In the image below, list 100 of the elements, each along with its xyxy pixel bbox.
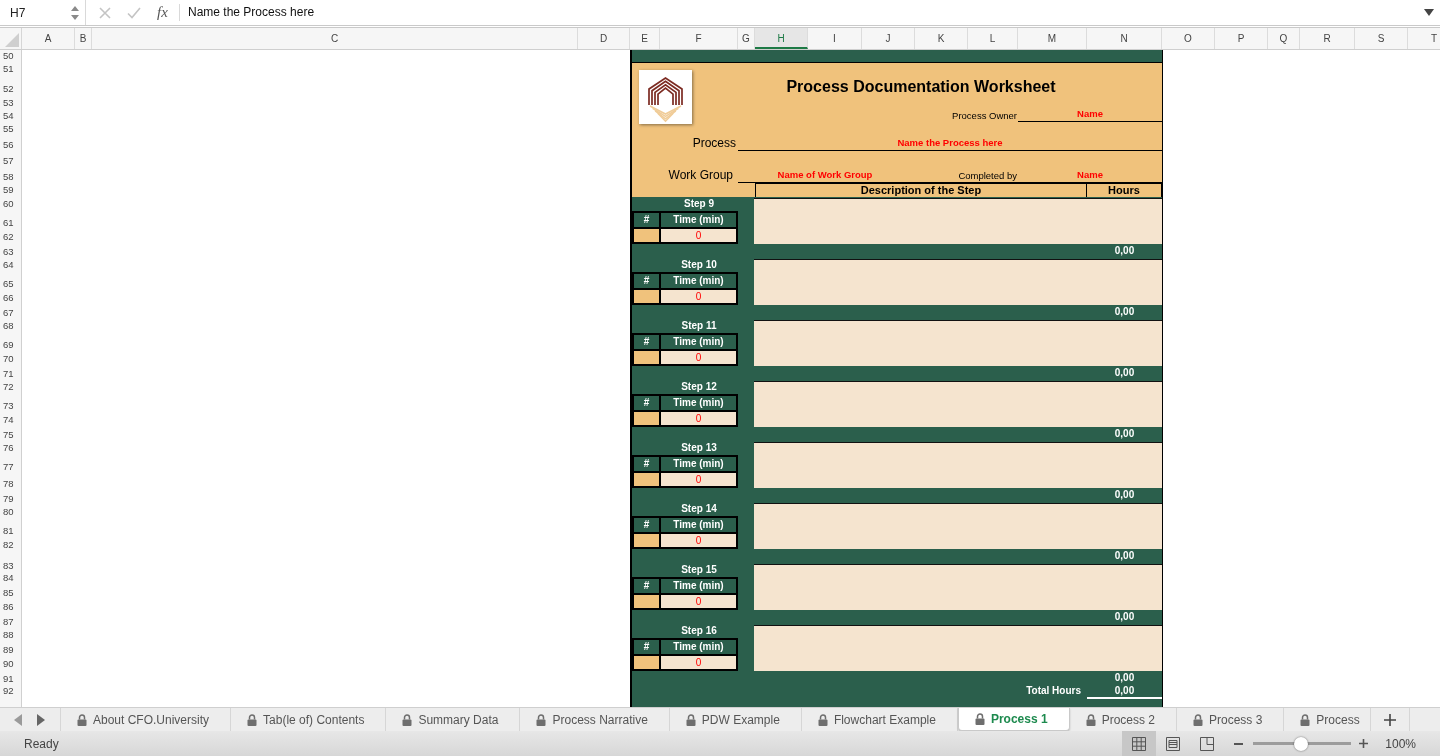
number-heading: #: [634, 518, 659, 532]
column-header[interactable]: D: [578, 28, 630, 49]
column-header[interactable]: J: [862, 28, 915, 49]
row-header[interactable]: 59: [0, 184, 21, 198]
number-heading: #: [634, 579, 659, 593]
row-header[interactable]: 84: [0, 572, 21, 587]
number-cell[interactable]: [634, 229, 659, 242]
row-header[interactable]: 71: [0, 368, 21, 381]
minus-icon[interactable]: [1234, 742, 1244, 745]
row-header[interactable]: 58: [0, 171, 21, 184]
row-header[interactable]: 64: [0, 259, 21, 278]
row-header[interactable]: 87: [0, 616, 21, 629]
plus-icon[interactable]: [1359, 739, 1369, 748]
formula-field[interactable]: Name the Process here: [180, 4, 1424, 21]
row-header[interactable]: 65: [0, 278, 21, 292]
column-header[interactable]: L: [968, 28, 1018, 49]
row-header[interactable]: 63: [0, 246, 21, 259]
row-header[interactable]: 78: [0, 478, 21, 493]
row-header[interactable]: 91: [0, 673, 21, 685]
number-cell[interactable]: [634, 290, 659, 303]
cell-reference-field[interactable]: H7: [0, 0, 86, 25]
column-header[interactable]: O: [1162, 28, 1215, 49]
sheet-tab[interactable]: Process 1: [957, 708, 1070, 731]
description-field[interactable]: [754, 381, 1162, 427]
row-header[interactable]: 56: [0, 139, 21, 155]
column-header[interactable]: A: [22, 28, 75, 49]
number-cell[interactable]: [634, 412, 659, 425]
right-arrow-icon[interactable]: [37, 713, 45, 726]
row-header[interactable]: 85: [0, 587, 21, 601]
row-header[interactable]: 76: [0, 442, 21, 461]
description-field[interactable]: [754, 442, 1162, 488]
row-header[interactable]: 74: [0, 414, 21, 429]
row-header[interactable]: 70: [0, 353, 21, 368]
column-header[interactable]: R: [1300, 28, 1355, 49]
column-header[interactable]: N: [1087, 28, 1162, 49]
number-cell[interactable]: [634, 534, 659, 547]
column-header[interactable]: B: [75, 28, 92, 49]
checkmark-icon[interactable]: [127, 6, 141, 19]
description-field[interactable]: [754, 259, 1162, 305]
row-header[interactable]: 60: [0, 198, 21, 217]
column-heading: Description of the Step: [755, 183, 1087, 197]
caret-icon[interactable]: [1424, 9, 1434, 16]
step-title: Step 9: [683, 197, 715, 211]
row-header[interactable]: 52: [0, 83, 21, 97]
row-header[interactable]: 53: [0, 97, 21, 110]
time-heading: Time (min): [661, 579, 736, 593]
column-header[interactable]: I: [808, 28, 862, 49]
time-heading: Time (min): [661, 213, 736, 227]
row-header[interactable]: 79: [0, 493, 21, 506]
row-header[interactable]: 92: [0, 685, 21, 707]
row-header[interactable]: 66: [0, 292, 21, 307]
column-header[interactable]: Q: [1268, 28, 1300, 49]
row-header[interactable]: 83: [0, 560, 21, 572]
row-header[interactable]: 82: [0, 539, 21, 560]
row-header[interactable]: 51: [0, 63, 21, 83]
row-header[interactable]: 86: [0, 601, 21, 616]
slider-thumb[interactable]: [1294, 736, 1309, 751]
column-header[interactable]: H: [755, 28, 808, 49]
description-field[interactable]: [754, 320, 1162, 366]
column-header[interactable]: P: [1215, 28, 1268, 49]
number-cell[interactable]: [634, 595, 659, 608]
view-button[interactable]: [1122, 731, 1157, 756]
column-header[interactable]: T: [1408, 28, 1440, 49]
column-header[interactable]: E: [630, 28, 660, 49]
row-header[interactable]: 81: [0, 525, 21, 539]
sheet-tab[interactable]: Process: [1284, 708, 1362, 731]
hours-value: 0,00: [1113, 488, 1136, 502]
column-header[interactable]: K: [915, 28, 968, 49]
row-header[interactable]: 90: [0, 658, 21, 673]
row-header[interactable]: 62: [0, 231, 21, 246]
step-title: Step 10: [680, 258, 718, 272]
row-header[interactable]: 69: [0, 339, 21, 353]
row-header[interactable]: 67: [0, 307, 21, 320]
row-header[interactable]: 80: [0, 506, 21, 525]
row-header[interactable]: 61: [0, 217, 21, 231]
row-header[interactable]: 72: [0, 381, 21, 400]
row-header[interactable]: 75: [0, 429, 21, 442]
row-header[interactable]: 50: [0, 50, 21, 63]
insert-function-button[interactable]: fx: [157, 4, 168, 21]
column-header[interactable]: M: [1018, 28, 1087, 49]
column-header[interactable]: S: [1355, 28, 1408, 49]
row-header[interactable]: 57: [0, 155, 21, 171]
description-field[interactable]: [754, 625, 1162, 671]
row-header[interactable]: 73: [0, 400, 21, 414]
row-header[interactable]: 68: [0, 320, 21, 339]
row-header[interactable]: 77: [0, 461, 21, 478]
number-cell[interactable]: [634, 473, 659, 486]
row-header[interactable]: 88: [0, 629, 21, 644]
description-field[interactable]: [754, 503, 1162, 549]
row-header[interactable]: 54: [0, 110, 21, 123]
column-header[interactable]: C: [92, 28, 578, 49]
column-header[interactable]: F: [660, 28, 738, 49]
description-field[interactable]: [754, 198, 1162, 244]
number-cell[interactable]: [634, 351, 659, 364]
row-header[interactable]: 55: [0, 123, 21, 139]
description-field[interactable]: [754, 564, 1162, 610]
row-header[interactable]: 89: [0, 644, 21, 658]
stepper-icon[interactable]: [71, 5, 79, 20]
field-label: Process Owner: [952, 110, 1018, 122]
number-cell[interactable]: [634, 656, 659, 669]
